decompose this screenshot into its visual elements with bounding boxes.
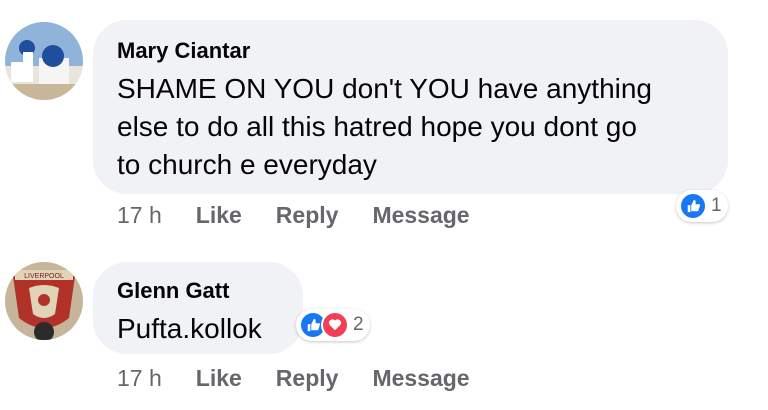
avatar-logo-text: LIVERPOOL xyxy=(24,273,64,280)
reaction-summary[interactable]: 2 xyxy=(296,309,370,341)
message-button[interactable]: Message xyxy=(372,365,469,392)
timestamp[interactable]: 17 h xyxy=(117,365,162,392)
like-button[interactable]: Like xyxy=(196,365,242,392)
love-icon xyxy=(321,311,349,339)
comment-text: Pufta.kollok xyxy=(117,310,262,348)
comment-actions: 17 h Like Reply Message xyxy=(117,365,504,392)
comment-glenn-gatt: LIVERPOOL Glenn Gatt Pufta.kollok 2 17 h… xyxy=(0,0,768,410)
avatar[interactable]: LIVERPOOL xyxy=(5,262,83,340)
comment-text-line: Pufta.kollok xyxy=(117,313,262,344)
comment-author[interactable]: Glenn Gatt xyxy=(117,278,229,304)
reaction-count: 2 xyxy=(353,314,364,335)
reply-button[interactable]: Reply xyxy=(276,365,339,392)
